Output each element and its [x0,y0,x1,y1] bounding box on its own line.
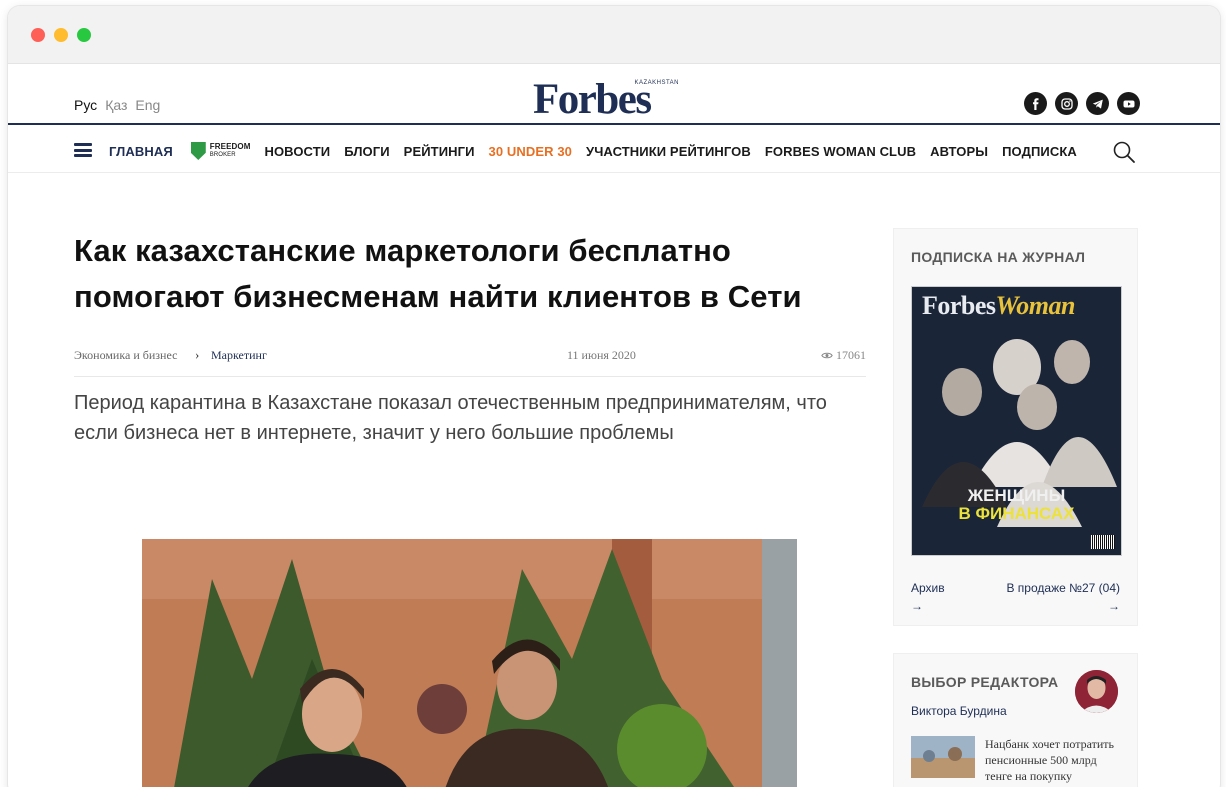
view-count: 17061 [821,348,866,363]
eye-icon [821,352,833,359]
nav-woman-club[interactable]: FORBES WOMAN CLUB [765,144,916,159]
search-icon[interactable] [1112,140,1136,164]
facebook-icon[interactable] [1024,92,1047,115]
subscription-widget: ПОДПИСКА НА ЖУРНАЛ ForbesWoman ЖЕНЩИНЫ В… [893,228,1138,626]
cover-masthead: ForbesWoman [922,291,1075,320]
window-titlebar [8,6,1220,64]
news-thumbnail [911,736,975,778]
article: Как казахстанские маркетологи бесплатно … [74,228,866,448]
nav-30-under-30[interactable]: 30 UNDER 30 [489,144,572,159]
breadcrumb-subcategory[interactable]: Маркетинг [211,348,267,363]
news-headline: Нацбанк хочет потратить пенсионные 500 м… [985,737,1114,783]
nav-news[interactable]: НОВОСТИ [264,144,330,159]
social-links [1024,92,1140,115]
cover-headline: ЖЕНЩИНЫ В ФИНАНСАХ [958,486,1075,523]
archive-link[interactable]: Архив → [911,579,945,615]
avatar[interactable] [1075,670,1118,713]
editor-news-item[interactable]: Нацбанк хочет потратить пенсионные 500 м… [911,736,1125,784]
nav-authors[interactable]: АВТОРЫ [930,144,988,159]
freedom-broker-label: FREEDOM BROKER [209,142,251,159]
subscription-title: ПОДПИСКА НА ЖУРНАЛ [911,249,1086,265]
instagram-icon[interactable] [1055,92,1078,115]
freedom-broker-link[interactable]: FREEDOM BROKER [190,142,251,160]
editor-choice-widget: ВЫБОР РЕДАКТОРА Виктора Бурдина Нацбанк … [893,653,1138,787]
lang-ru[interactable]: Рус [74,97,97,113]
article-date: 11 июня 2020 [567,348,636,362]
nav-ratings[interactable]: РЕЙТИНГИ [404,144,475,159]
breadcrumb-category[interactable]: Экономика и бизнес [74,348,177,363]
nav-items: ГЛАВНАЯ FREEDOM BROKER НОВОСТИ БЛОГИ РЕЙ… [109,142,1091,160]
editor-name[interactable]: Виктора Бурдина [911,704,1007,718]
lang-en[interactable]: Eng [135,97,160,113]
logo-word: Forbes [533,76,652,123]
article-lead: Период карантина в Казахстане показал от… [74,392,827,444]
youtube-icon[interactable] [1117,92,1140,115]
on-sale-link[interactable]: В продаже №27 (04) → [1006,579,1120,615]
sidebar: ПОДПИСКА НА ЖУРНАЛ ForbesWoman ЖЕНЩИНЫ В… [893,228,1138,787]
arrow-right-icon: → [1108,599,1120,613]
close-window-button[interactable] [31,28,45,42]
barcode-icon [1091,535,1115,549]
maximize-window-button[interactable] [77,28,91,42]
browser-window: Рус Қаз Eng Forbes KAZAKHSTAN ГЛАВНАЯ FR… [8,6,1220,787]
editor-choice-title: ВЫБОР РЕДАКТОРА [911,674,1059,690]
nav-participants[interactable]: УЧАСТНИКИ РЕЙТИНГОВ [586,144,751,159]
lang-kz[interactable]: Қаз [105,97,127,113]
magazine-cover[interactable]: ForbesWoman ЖЕНЩИНЫ В ФИНАНСАХ [911,286,1122,556]
nav-blogs[interactable]: БЛОГИ [344,144,389,159]
site-header: Рус Қаз Eng Forbes KAZAKHSTAN [8,64,1220,125]
minimize-window-button[interactable] [54,28,68,42]
cover-links: Архив → В продаже №27 (04) → [911,579,1120,615]
chevron-right-icon: › [195,347,200,362]
article-photo[interactable] [142,539,797,787]
main-nav: ГЛАВНАЯ FREEDOM BROKER НОВОСТИ БЛОГИ РЕЙ… [8,127,1220,173]
freedom-shield-icon [190,142,206,160]
menu-icon[interactable] [74,143,92,157]
article-title: Как казахстанские маркетологи бесплатно … [74,233,802,314]
nav-subscribe[interactable]: ПОДПИСКА [1002,144,1077,159]
forbes-logo[interactable]: Forbes KAZAKHSTAN [533,78,683,124]
arrow-right-icon: → [911,599,923,613]
nav-home[interactable]: ГЛАВНАЯ [109,144,173,159]
view-count-value: 17061 [836,348,866,362]
article-meta: Экономика и бизнес › Маркетинг 11 июня 2… [74,342,866,377]
telegram-icon[interactable] [1086,92,1109,115]
language-switcher: Рус Қаз Eng [74,97,160,113]
logo-sub: KAZAKHSTAN [634,80,679,86]
